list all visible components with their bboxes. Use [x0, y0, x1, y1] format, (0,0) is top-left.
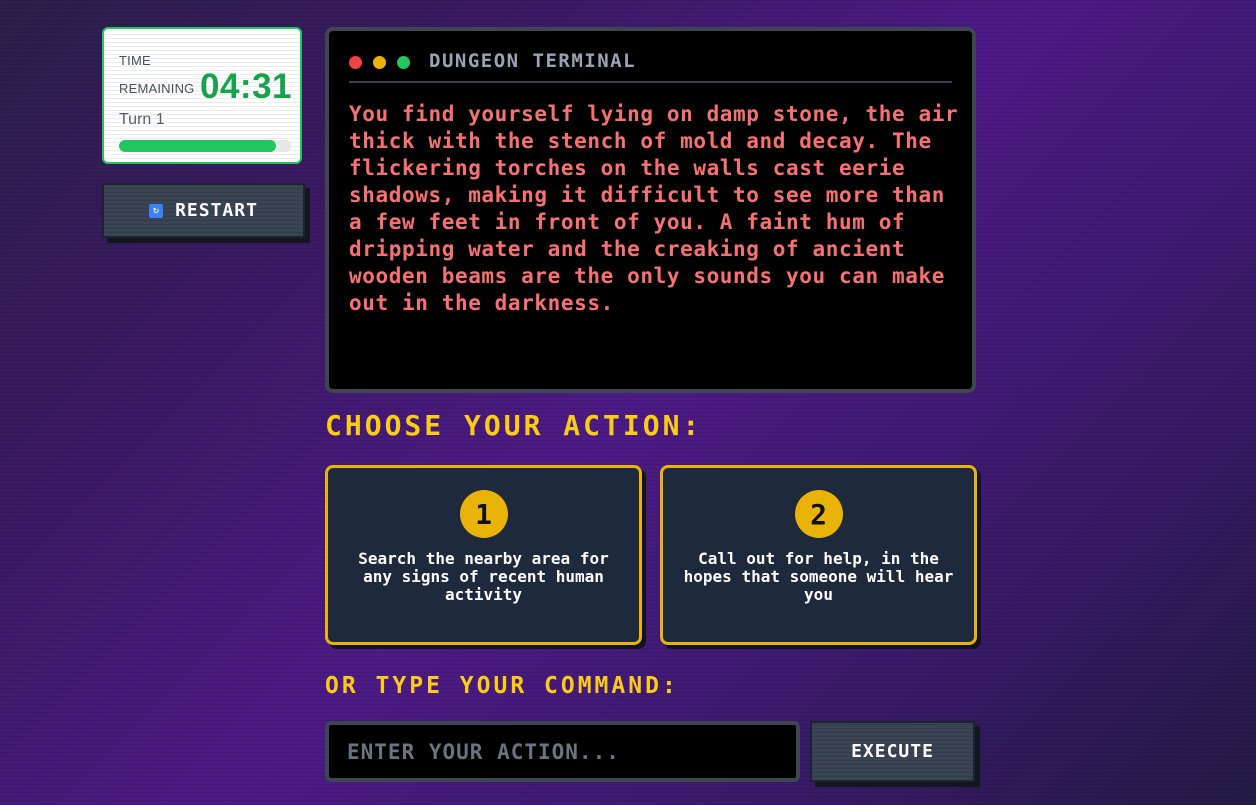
window-dot-green-icon: [397, 56, 410, 69]
action-number-badge: 1: [459, 490, 508, 538]
execute-button[interactable]: EXECUTE: [810, 721, 975, 782]
window-dot-red-icon: [349, 56, 362, 69]
timer-label-remaining: REMAINING: [119, 81, 195, 96]
timer-label-time: TIME: [119, 53, 151, 68]
time-progress-bar: [119, 140, 291, 152]
action-option-text: Call out for help, in the hopes that som…: [683, 549, 954, 604]
command-input[interactable]: [325, 721, 800, 782]
dungeon-terminal: DUNGEON TERMINAL You find yourself lying…: [325, 27, 976, 393]
choose-action-heading: CHOOSE YOUR ACTION:: [325, 409, 703, 442]
action-option-1[interactable]: 1 Search the nearby area for any signs o…: [325, 465, 642, 645]
type-command-heading: OR TYPE YOUR COMMAND:: [325, 673, 679, 699]
timer-card: TIME REMAINING 04:31 Turn 1: [102, 27, 302, 164]
timer-value: 04:31: [200, 67, 293, 106]
window-dot-yellow-icon: [373, 56, 386, 69]
turn-counter: Turn 1: [119, 111, 165, 128]
story-text: You find yourself lying on damp stone, t…: [349, 102, 959, 315]
terminal-title: DUNGEON TERMINAL: [429, 50, 637, 72]
time-progress-fill: [119, 140, 276, 152]
refresh-icon: ↻: [149, 203, 164, 218]
action-option-text: Search the nearby area for any signs of …: [358, 549, 609, 604]
restart-button[interactable]: ↻ RESTART: [102, 183, 305, 238]
restart-label: RESTART: [175, 200, 258, 221]
terminal-header: DUNGEON TERMINAL: [349, 50, 952, 83]
action-option-2[interactable]: 2 Call out for help, in the hopes that s…: [660, 465, 977, 645]
action-number-badge: 2: [794, 490, 843, 538]
